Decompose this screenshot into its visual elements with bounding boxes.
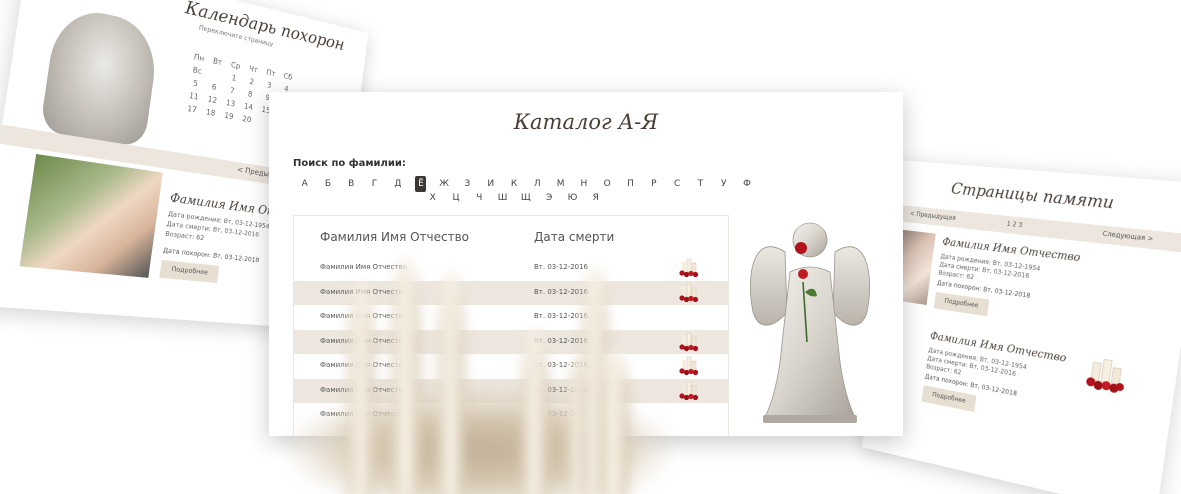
letter-link[interactable]: Ч (468, 190, 491, 206)
letter-link[interactable]: У (712, 176, 735, 192)
letter-link[interactable]: Р (642, 176, 665, 192)
blurred-candle (438, 272, 464, 494)
letter-link[interactable]: Ю (561, 190, 584, 206)
page-title: Каталог А-Я (513, 110, 659, 134)
row-death-date: Вт. 03-12-2016 (534, 287, 589, 296)
more-button[interactable]: Подробнее (159, 260, 220, 283)
blurred-candle (392, 258, 420, 494)
column-header-name: Фамилия Имя Отчество (320, 230, 470, 244)
angel-statue-small-image (39, 3, 161, 148)
column-header-date: Дата смерти (534, 230, 615, 244)
letter-link[interactable]: А (293, 176, 316, 192)
more-button[interactable]: Подробнее (921, 385, 977, 413)
calendar-day[interactable]: 19 (219, 108, 239, 124)
next-page-link[interactable]: Следующая > (1102, 230, 1154, 243)
letter-link[interactable]: С (665, 176, 688, 192)
search-by-surname-label: Поиск по фамилии: (293, 158, 406, 169)
angel-statue-image (750, 222, 870, 423)
memory-pages-page: Страницы памяти < Предыдущая 1 2 3 Следу… (862, 159, 1181, 494)
calendar-day[interactable]: 20 (237, 112, 256, 128)
row-name[interactable]: Фамилия Имя Отчество (320, 263, 407, 271)
blurred-candle (348, 282, 374, 494)
calendar-day[interactable]: 17 (182, 101, 203, 117)
letter-link[interactable]: Б (316, 176, 339, 192)
letter-link[interactable]: Ш (491, 190, 514, 206)
person-photo (19, 153, 163, 278)
row-death-date: Вт. 03-12-2016 (534, 263, 589, 271)
calendar-weekday: Вт (212, 56, 223, 68)
prev-page-link[interactable]: < Предыдущая (910, 210, 957, 222)
letter-link[interactable]: Щ (514, 190, 537, 206)
letter-link[interactable]: Я (584, 190, 607, 206)
letter-link[interactable]: Э (537, 190, 560, 206)
candle-roses-icon (679, 381, 699, 400)
memory-pages-title: Страницы памяти (950, 178, 1116, 213)
letter-link[interactable]: Г (363, 176, 386, 192)
candle-roses-icon (1085, 354, 1125, 394)
page-numbers[interactable]: 1 2 3 (1006, 220, 1023, 229)
letter-link[interactable]: Ц (444, 190, 467, 206)
alphabet-row-2: ХЦЧШЩЭЮЯ (421, 190, 607, 206)
candle-roses-icon (679, 283, 699, 302)
candle-roses-icon (679, 356, 699, 376)
letter-link[interactable]: Т (689, 176, 712, 192)
letter-link[interactable]: Х (421, 190, 444, 206)
calendar-day[interactable] (206, 75, 224, 79)
blurred-candle (600, 352, 628, 494)
more-button[interactable]: Подробнее (933, 291, 990, 317)
row-death-date: Вт. 03-12-2016 (534, 312, 589, 320)
letter-link[interactable]: В (340, 176, 363, 192)
calendar-day[interactable]: 18 (201, 105, 221, 121)
candle-roses-icon (679, 332, 699, 351)
table-row[interactable]: Фамилия Имя Отчество Вт. 03-12-2016 (294, 256, 728, 280)
candle-roses-icon (679, 258, 699, 278)
letter-link[interactable]: Ф (735, 176, 758, 192)
blurred-candle (522, 330, 548, 494)
letter-link[interactable]: П (619, 176, 642, 192)
letter-link[interactable]: Д (386, 176, 409, 192)
